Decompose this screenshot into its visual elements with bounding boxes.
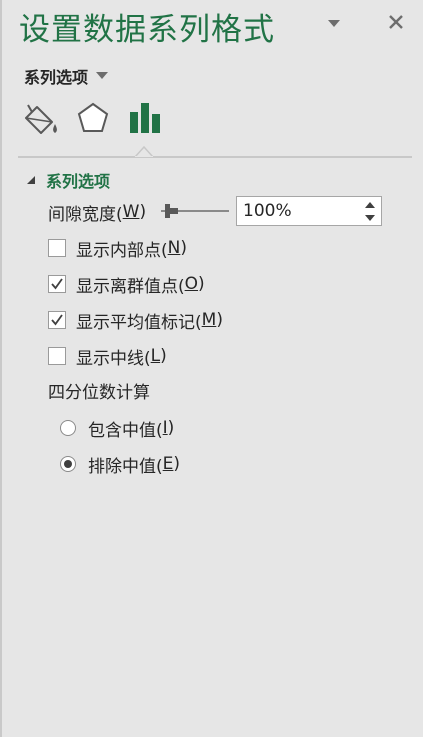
gap-width-label: 间隙宽度(W) [48,202,147,225]
series-options-selector-label: 系列选项 [24,68,89,87]
exclusive-median-option[interactable]: 排除中值(E) [60,452,180,477]
tab-divider [18,156,412,158]
show-outlier-points-option[interactable]: 显示离群值点(O) [48,272,205,297]
checkmark-icon [51,314,63,326]
show-mean-markers-checkbox[interactable] [48,311,66,329]
section-title: 系列选项 [46,172,111,191]
show-median-line-option[interactable]: 显示中线(L) [48,344,167,369]
pentagon-icon[interactable] [76,100,110,136]
quartile-calculation-heading: 四分位数计算 [48,382,150,403]
close-icon[interactable] [386,12,406,32]
gap-width-spinner[interactable] [236,196,382,226]
show-median-line-checkbox[interactable] [48,347,66,365]
radio-selected-dot [64,460,72,468]
show-mean-markers-option[interactable]: 显示平均值标记(M) [48,308,223,333]
paint-bucket-icon[interactable] [22,102,60,138]
exclusive-median-radio[interactable] [60,456,76,472]
pane-left-border [0,0,2,737]
show-outlier-points-checkbox[interactable] [48,275,66,293]
gap-width-input[interactable] [237,197,355,225]
inclusive-median-option[interactable]: 包含中值(I) [60,416,174,441]
show-inner-points-option[interactable]: 显示内部点(N) [48,236,187,261]
checkmark-icon [51,278,63,290]
pane-title: 设置数据系列格式 [19,12,275,48]
task-pane-options-icon[interactable] [327,18,341,28]
series-options-selector[interactable]: 系列选项 [24,64,109,88]
show-inner-points-checkbox[interactable] [48,239,66,257]
inclusive-median-radio[interactable] [60,420,76,436]
spin-up-icon[interactable] [363,200,377,210]
gap-width-slider[interactable] [161,203,229,219]
chevron-down-icon [96,72,109,79]
active-tab-indicator [135,145,153,157]
series-options-section-header[interactable]: 系列选项 [26,168,110,192]
spin-down-icon[interactable] [363,213,377,223]
bar-chart-icon[interactable] [128,100,162,136]
collapse-triangle-icon [27,176,35,184]
